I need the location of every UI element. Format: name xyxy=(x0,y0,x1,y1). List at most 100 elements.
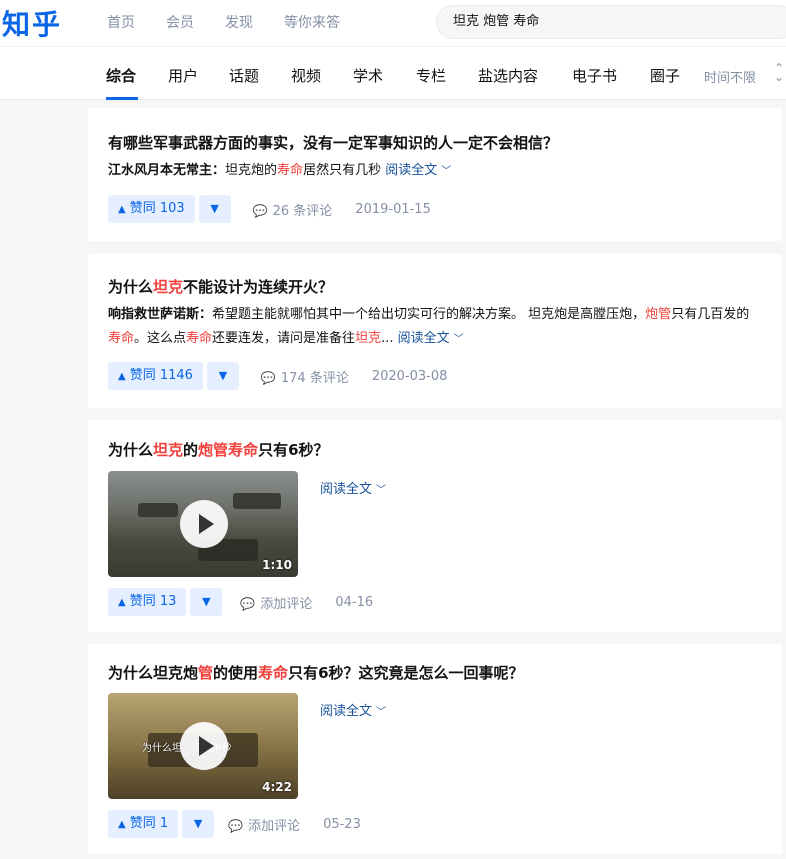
text-segment: 为什么 xyxy=(108,441,154,459)
highlighted-keyword: 管 xyxy=(198,664,214,682)
tab-topics[interactable]: 话题 xyxy=(229,65,259,86)
chevron-down-icon: ﹀ xyxy=(441,166,452,177)
chevron-down-icon: ﹀ xyxy=(376,707,387,718)
action-bar: ▲ 赞同 1146 ▼ 💬 174 条评论 2020-03-08 xyxy=(108,362,447,390)
author-name[interactable]: 江水风月本无常主 xyxy=(108,163,212,178)
action-bar: ▲ 赞同 13 ▼ 💬 添加评论 04-16 xyxy=(108,588,373,616)
read-more-link[interactable]: 阅读全文 ﹀ xyxy=(398,331,464,346)
downvote-button[interactable]: ▼ xyxy=(190,588,223,616)
comments-button[interactable]: 💬 174 条评论 xyxy=(261,367,349,386)
read-more-link[interactable]: 阅读全文 ﹀ xyxy=(320,478,386,497)
tab-ebooks[interactable]: 电子书 xyxy=(572,65,617,86)
author-name[interactable]: 响指救世萨诺斯 xyxy=(108,307,199,322)
text-segment: ... xyxy=(381,331,394,346)
post-date: 2020-03-08 xyxy=(371,368,448,384)
sort-arrows-icon[interactable]: ⌃ ⌄ xyxy=(774,62,784,83)
triangle-up-icon: ▲ xyxy=(118,204,126,215)
upvote-button[interactable]: ▲ 赞同 1146 xyxy=(108,362,203,390)
upvote-button[interactable]: ▲ 赞同 13 xyxy=(108,588,187,616)
result-title[interactable]: 有哪些军事武器方面的事实，没有一定军事知识的人一定不会相信？ xyxy=(108,132,558,153)
post-date: 2019-01-15 xyxy=(355,201,431,217)
triangle-down-icon: ▼ xyxy=(218,369,228,382)
result-title[interactable]: 为什么坦克不能设计为连续开火？ xyxy=(108,276,333,297)
tab-academic[interactable]: 学术 xyxy=(353,65,383,86)
triangle-down-icon: ▼ xyxy=(193,817,203,830)
triangle-down-icon: ▼ xyxy=(210,202,219,215)
text-segment: 坦克炮的 xyxy=(225,163,278,178)
tank-silhouette xyxy=(138,503,178,517)
comment-icon: 💬 xyxy=(252,203,268,218)
play-icon[interactable] xyxy=(180,722,228,770)
result-excerpt: 江水风月本无常主：坦克炮的寿命居然只有几秒 阅读全文 ﹀ xyxy=(108,163,452,178)
play-icon[interactable] xyxy=(180,500,228,548)
read-more-link[interactable]: 阅读全文 ﹀ xyxy=(320,700,386,719)
add-comment-button[interactable]: 💬 添加评论 xyxy=(240,593,312,612)
comment-icon: 💬 xyxy=(260,370,276,385)
text-segment: 希望题主能就哪怕其中一个给出切实可行的解决方案。 坦克炮是高膛压炮， xyxy=(212,307,646,322)
comment-icon: 💬 xyxy=(228,818,244,833)
highlighted-keyword: 寿命 xyxy=(186,331,213,346)
video-thumbnail[interactable]: 为什么坦… 只有6秒 4:22 xyxy=(108,693,298,799)
text-segment: 只有几百发的 xyxy=(671,307,750,322)
downvote-button[interactable]: ▼ xyxy=(206,362,239,390)
tab-videos[interactable]: 视频 xyxy=(291,65,321,86)
triangle-up-icon: ▲ xyxy=(118,819,126,830)
nav-waiting-answers[interactable]: 等你来答 xyxy=(284,12,340,32)
video-duration: 1:10 xyxy=(262,558,292,572)
post-date: 05-23 xyxy=(323,816,361,832)
tab-salt-content[interactable]: 盐选内容 xyxy=(478,65,538,86)
highlighted-keyword: 寿命 xyxy=(258,664,289,682)
triangle-down-icon: ▼ xyxy=(202,595,211,608)
text-segment: 的使用 xyxy=(213,664,259,682)
nav-home[interactable]: 首页 xyxy=(107,12,135,32)
zhihu-logo[interactable]: 知乎 xyxy=(2,3,62,43)
text-segment: 只有6秒？ xyxy=(258,441,329,459)
upvote-button[interactable]: ▲ 赞同 103 xyxy=(108,195,195,223)
result-card: 为什么坦克的炮管寿命只有6秒？ 1:10 阅读全文 ﹀ ▲ 赞同 13 ▼ 💬 添加评… xyxy=(88,420,782,632)
chevron-down-icon: ﹀ xyxy=(376,485,387,496)
result-excerpt: 响指救世萨诺斯：希望题主能就哪怕其中一个给出切实可行的解决方案。 坦克炮是高膛压… xyxy=(108,307,750,346)
tank-silhouette xyxy=(233,493,281,509)
result-card: 有哪些军事武器方面的事实，没有一定军事知识的人一定不会相信？ 江水风月本无常主：… xyxy=(88,108,782,241)
video-thumbnail[interactable]: 1:10 xyxy=(108,471,298,577)
top-nav: 首页 会员 发现 等你来答 xyxy=(107,12,371,32)
nav-membership[interactable]: 会员 xyxy=(166,12,194,32)
result-card: 为什么坦克不能设计为连续开火？ 响指救世萨诺斯：希望题主能就哪怕其中一个给出切实… xyxy=(88,254,782,408)
downvote-button[interactable]: ▼ xyxy=(182,810,215,838)
video-duration: 4:22 xyxy=(262,780,292,794)
add-comment-button[interactable]: 💬 添加评论 xyxy=(228,815,300,834)
highlighted-keyword: 坦克 xyxy=(153,278,184,296)
text-segment: 有哪些军事武器方面的事实，没有一定军事知识的人一定不会相信？ xyxy=(108,134,559,152)
search-input[interactable]: 坦克 炮管 寿命 xyxy=(436,5,786,39)
upvote-button[interactable]: ▲ 赞同 1 xyxy=(108,810,179,838)
comment-icon: 💬 xyxy=(240,596,256,611)
chevron-down-icon: ﹀ xyxy=(453,334,464,345)
text-segment: 只有6秒？这究竟是怎么一回事呢？ xyxy=(288,664,524,682)
text-segment: 还要连发，请问是准备往 xyxy=(212,331,356,346)
text-segment: 为什么 xyxy=(108,278,154,296)
triangle-up-icon: ▲ xyxy=(118,371,126,382)
tab-comprehensive[interactable]: 综合 xyxy=(106,65,136,86)
downvote-button[interactable]: ▼ xyxy=(198,195,231,223)
result-title[interactable]: 为什么坦克的炮管寿命只有6秒？ xyxy=(108,439,329,460)
highlighted-keyword: 寿命 xyxy=(108,331,135,346)
result-title[interactable]: 为什么坦克炮管的使用寿命只有6秒？这究竟是怎么一回事呢？ xyxy=(108,662,524,683)
top-header: 知乎 首页 会员 发现 等你来答 坦克 炮管 寿命 xyxy=(0,0,786,46)
comments-button[interactable]: 💬 26 条评论 xyxy=(253,200,333,219)
search-tabs: 综合 用户 话题 视频 学术 专栏 盐选内容 电子书 圈子 时间不限 ⌃ ⌄ xyxy=(0,46,786,100)
tab-circles[interactable]: 圈子 xyxy=(650,65,680,86)
nav-discover[interactable]: 发现 xyxy=(225,12,253,32)
read-more-link[interactable]: 阅读全文 ﹀ xyxy=(385,163,451,178)
tab-users[interactable]: 用户 xyxy=(168,65,198,86)
highlighted-keyword: 寿命 xyxy=(277,163,304,178)
action-bar: ▲ 赞同 103 ▼ 💬 26 条评论 2019-01-15 xyxy=(108,195,431,223)
time-filter[interactable]: 时间不限 xyxy=(704,67,756,86)
text-segment: 为什么坦克炮 xyxy=(108,664,199,682)
highlighted-keyword: 坦克 xyxy=(153,441,184,459)
text-segment: 居然只有几秒 xyxy=(303,163,382,178)
highlighted-keyword: 坦克 xyxy=(355,331,382,346)
tab-columns[interactable]: 专栏 xyxy=(416,65,446,86)
highlighted-keyword: 炮管 xyxy=(645,307,672,322)
highlighted-keyword: 炮管寿命 xyxy=(198,441,259,459)
action-bar: ▲ 赞同 1 ▼ 💬 添加评论 05-23 xyxy=(108,810,361,838)
